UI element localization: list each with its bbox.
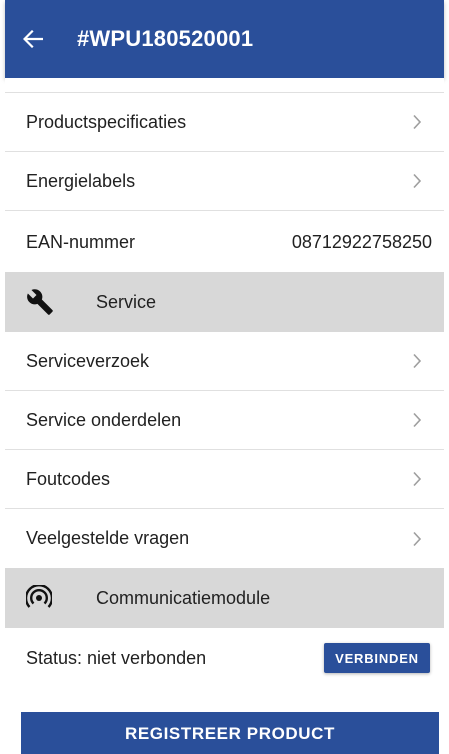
wireless-signal-icon <box>26 578 66 618</box>
row-label: Energielabels <box>26 170 136 191</box>
arrow-left-icon <box>23 30 43 48</box>
chevron-right-icon <box>410 410 424 430</box>
chevron-right-icon <box>410 469 424 489</box>
row-label: Serviceverzoek <box>26 350 150 371</box>
back-button[interactable] <box>1 0 65 78</box>
connection-status-row: Status: niet verbonden VERBINDEN <box>5 628 444 688</box>
row-ean: EAN-nummer 08712922758250 <box>5 211 444 272</box>
row-serviceverzoek[interactable]: Serviceverzoek <box>5 332 444 391</box>
section-title: Communicatiemodule <box>96 587 271 608</box>
connect-button[interactable]: VERBINDEN <box>324 643 430 673</box>
ean-label: EAN-nummer <box>26 232 136 252</box>
section-service: Service <box>5 272 444 332</box>
row-label: Veelgestelde vragen <box>26 528 190 548</box>
app-bar: #WPU180520001 <box>5 0 444 78</box>
row-energielabels[interactable]: Energielabels <box>5 152 444 211</box>
chevron-right-icon <box>410 529 424 549</box>
row-foutcodes[interactable]: Foutcodes <box>5 450 444 509</box>
section-title: Service <box>96 291 157 312</box>
list-top-divider <box>5 78 444 93</box>
chevron-right-icon <box>410 171 424 191</box>
row-productspecificaties[interactable]: Productspecificaties <box>5 93 444 152</box>
status-text: Status: niet verbonden <box>26 647 207 668</box>
row-label: Foutcodes <box>26 468 111 489</box>
row-label: Service onderdelen <box>26 409 182 430</box>
chevron-right-icon <box>410 112 424 132</box>
ean-value: 08712922758250 <box>291 232 432 252</box>
row-service-onderdelen[interactable]: Service onderdelen <box>5 391 444 450</box>
row-veelgestelde-vragen[interactable]: Veelgestelde vragen <box>5 509 444 568</box>
register-product-button[interactable]: REGISTREER PRODUCT <box>21 712 439 754</box>
settings-list: Productspecificaties Energielabels EAN-n… <box>5 78 444 688</box>
wrench-icon <box>26 282 66 322</box>
row-label: Productspecificaties <box>26 111 187 132</box>
page-title: #WPU180520001 <box>77 26 254 51</box>
chevron-right-icon <box>410 351 424 371</box>
section-communicatiemodule: Communicatiemodule <box>5 568 444 628</box>
